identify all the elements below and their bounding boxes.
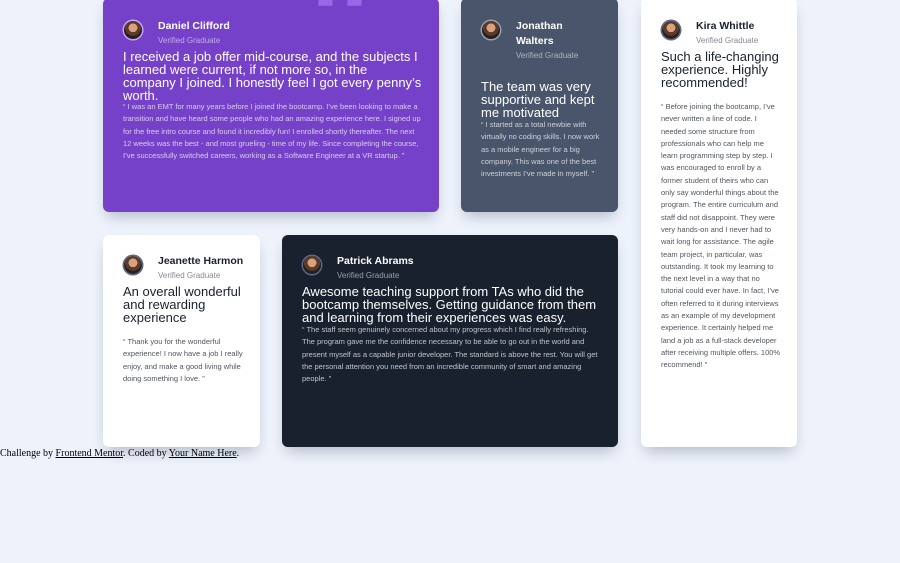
avatar bbox=[124, 256, 142, 274]
testimonial-card-jonathan: Jonathan Walters Verified Graduate The t… bbox=[461, 0, 618, 212]
author-status: Verified Graduate bbox=[337, 271, 400, 280]
testimonial-card-jeanette: Jeanette Harmon Verified Graduate An ove… bbox=[103, 235, 260, 447]
avatar bbox=[303, 256, 321, 274]
attribution: Challenge by Frontend Mentor. Coded by Y… bbox=[0, 448, 239, 459]
author-name: Jonathan Walters bbox=[516, 20, 563, 47]
testimonial-body: “ Before joining the bootcamp, I’ve neve… bbox=[661, 102, 781, 370]
testimonial-headline: An overall wonderful and rewarding exper… bbox=[123, 284, 241, 325]
testimonial-card-kira: Kira Whittle Verified Graduate Such a li… bbox=[641, 0, 797, 447]
testimonial-body: “ The staff seem genuinely concerned abo… bbox=[302, 325, 598, 384]
testimonial-body: “ Thank you for the wonderful experience… bbox=[123, 337, 243, 383]
author-status: Verified Graduate bbox=[158, 36, 221, 45]
testimonial-card-daniel: “ Daniel Clifford Verified Graduate I re… bbox=[103, 0, 439, 212]
testimonial-body: “ I started as a total newbie with virtu… bbox=[481, 120, 600, 179]
avatar bbox=[662, 21, 680, 39]
avatar bbox=[482, 21, 500, 39]
attribution-prefix: Challenge by bbox=[0, 448, 56, 459]
avatar bbox=[124, 21, 142, 39]
author-link[interactable]: Your Name Here bbox=[169, 448, 237, 459]
author-name: Kira Whittle bbox=[696, 20, 755, 32]
testimonial-headline: Awesome teaching support from TAs who di… bbox=[302, 284, 597, 325]
testimonial-headline: Such a life-changing experience. Highly … bbox=[661, 49, 779, 90]
testimonial-headline: I received a job offer mid-course, and t… bbox=[123, 49, 422, 103]
testimonial-card-patrick: Patrick Abrams Verified Graduate Awesome… bbox=[282, 235, 618, 447]
author-name: Daniel Clifford bbox=[158, 20, 230, 32]
testimonial-headline: The team was very supportive and kept me… bbox=[481, 79, 595, 120]
author-status: Verified Graduate bbox=[158, 271, 221, 280]
attribution-suffix: . bbox=[236, 448, 240, 459]
author-status: Verified Graduate bbox=[696, 36, 759, 45]
attribution-middle: . Coded by bbox=[123, 448, 169, 459]
author-status: Verified Graduate bbox=[516, 51, 579, 60]
frontend-mentor-link[interactable]: Frontend Mentor bbox=[56, 448, 124, 459]
testimonial-body: “ I was an EMT for many years before I j… bbox=[123, 102, 421, 161]
author-name: Jeanette Harmon bbox=[158, 255, 244, 267]
author-name: Patrick Abrams bbox=[337, 255, 414, 267]
